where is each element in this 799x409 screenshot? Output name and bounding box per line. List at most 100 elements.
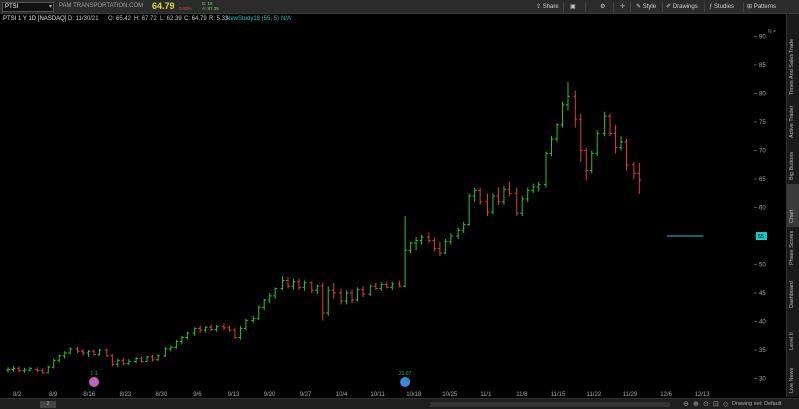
zoom-in-icon[interactable]: ⊕ [693, 400, 699, 408]
price-bar [232, 327, 237, 339]
price-bar [209, 324, 214, 332]
study-value: N/A [281, 16, 292, 22]
price-tick-label: 40 [759, 320, 766, 326]
zoom-out-icon[interactable]: ⊖ [683, 400, 689, 408]
price-bar [414, 237, 419, 251]
price-bar [22, 367, 27, 373]
tab-level-ii[interactable]: Level II [787, 312, 799, 355]
zoom-box-icon[interactable]: ⊡ [713, 400, 719, 408]
split-icon[interactable] [89, 377, 100, 387]
drawings-button[interactable]: ✐ Drawings [666, 2, 698, 12]
tab-label: Times And Sales [789, 54, 795, 96]
bottom-bar: 2 ⊖ ⊕ ⊙ ⊡ ◇ Drawing set: Default [0, 398, 799, 409]
price-tick-label: 90 [759, 34, 766, 40]
price-bar [40, 368, 45, 374]
toolbar-divider [662, 2, 663, 12]
tab-dashboard[interactable]: Dashboard [787, 269, 799, 312]
event-marker[interactable]: 21.07 [399, 371, 412, 387]
price-bar [273, 287, 278, 299]
price-bar [426, 232, 431, 243]
studies-icon: ƒ [709, 4, 713, 10]
price-bar [437, 241, 442, 256]
price-bar [403, 216, 408, 288]
price-bar [227, 325, 232, 332]
toolbar-divider [704, 2, 705, 12]
patterns-button[interactable]: ⊞ Patterns [747, 2, 776, 12]
settings-button[interactable]: ⚙ [600, 2, 605, 12]
tab-times-and-sales[interactable]: Times And Sales [787, 54, 799, 100]
study-name[interactable]: NewStudy18 (55, 5) [226, 14, 279, 25]
price-bar [256, 305, 261, 320]
price-bar [549, 136, 554, 157]
price-chart[interactable]: 1.1 21.07 [0, 25, 760, 397]
price-axis: 9085807570656055504540353055N = [754, 29, 776, 383]
chart-title: PTSI 1 Y 1D [NASDAQ] [3, 16, 67, 22]
price-bar [104, 348, 109, 357]
ask-value: A: 87.35 [202, 6, 219, 11]
price-bar [92, 350, 97, 356]
tab-chart[interactable]: Chart [787, 184, 799, 227]
price-bar [6, 367, 10, 373]
price-bar [291, 278, 296, 290]
price-bar [302, 280, 307, 291]
price-tick-label: 80 [759, 91, 766, 97]
toolbar-divider [630, 2, 631, 12]
price-bar [384, 281, 389, 289]
studies-button[interactable]: ƒ Studies [709, 2, 734, 12]
reset-icon[interactable]: ⊙ [703, 400, 709, 408]
tab-trade[interactable]: Trade [787, 14, 799, 57]
price-bar [126, 359, 131, 365]
price-bar [150, 354, 155, 362]
price-bar [525, 187, 530, 202]
symbol-input[interactable]: PTSI ▾ [2, 2, 54, 12]
price-bar [419, 234, 424, 245]
price-bar [361, 286, 366, 298]
price-bar [456, 227, 461, 239]
price-bar [192, 327, 197, 336]
price-bar [555, 123, 559, 142]
toolbar-divider [585, 2, 586, 12]
event-marker[interactable]: 1.1 [89, 371, 100, 387]
price-tick-label: 30 [759, 377, 766, 383]
tab-live-news[interactable]: Live News [787, 354, 799, 397]
price-tick-label: 65 [759, 177, 766, 183]
price-bar [448, 233, 453, 245]
style-button[interactable]: ✎ Style [636, 2, 656, 12]
price-bar [51, 358, 56, 369]
price-bar [637, 163, 642, 194]
price-bar [179, 335, 184, 345]
crosshair-button[interactable]: ✛ [620, 2, 625, 12]
tab-active-trader[interactable]: Active Trader [787, 99, 799, 142]
price-bar [238, 326, 243, 340]
price-bar [467, 193, 472, 226]
scroll-thumb[interactable]: 2 [40, 401, 56, 408]
chart-info-bar: PTSI 1 Y 1D [NASDAQ] D: 11/30/21 O: 65.4… [0, 14, 760, 25]
study-badge: 55 [758, 234, 764, 240]
price-bar [57, 354, 62, 363]
price-bar [163, 347, 168, 357]
tab-label: Active Trader [789, 105, 795, 138]
top-toolbar: PTSI ▾ PAM TRANSPORTATION.COM 64.79 - 0.… [0, 0, 799, 14]
drawing-set-label[interactable]: Drawing set: Default [732, 401, 782, 407]
price-bar [613, 124, 618, 154]
price-bar [355, 287, 360, 302]
price-bar [262, 298, 267, 311]
price-tick-label: 70 [759, 148, 766, 154]
price-bar [251, 315, 256, 323]
pan-icon[interactable]: ◇ [723, 400, 728, 408]
tab-big-buttons[interactable]: Big Buttons [787, 142, 799, 185]
earnings-icon[interactable] [400, 377, 411, 387]
scrollbar[interactable] [430, 402, 670, 407]
price-bar [156, 354, 161, 361]
tab-phase-scores[interactable]: Phase Scores [787, 227, 799, 270]
share-button[interactable]: ⇪ Share [536, 2, 559, 12]
chevron-down-icon[interactable]: ▾ [49, 3, 52, 12]
price-bar [578, 113, 583, 162]
price-change: - 0.00% [179, 1, 192, 11]
fit-button[interactable]: ▣ [570, 2, 576, 12]
fit-icon: ▣ [570, 4, 576, 10]
bar-open: O: 65.42 [108, 16, 132, 22]
price-bar [243, 318, 248, 331]
style-icon: ✎ [636, 4, 642, 10]
price-bar [472, 187, 477, 202]
